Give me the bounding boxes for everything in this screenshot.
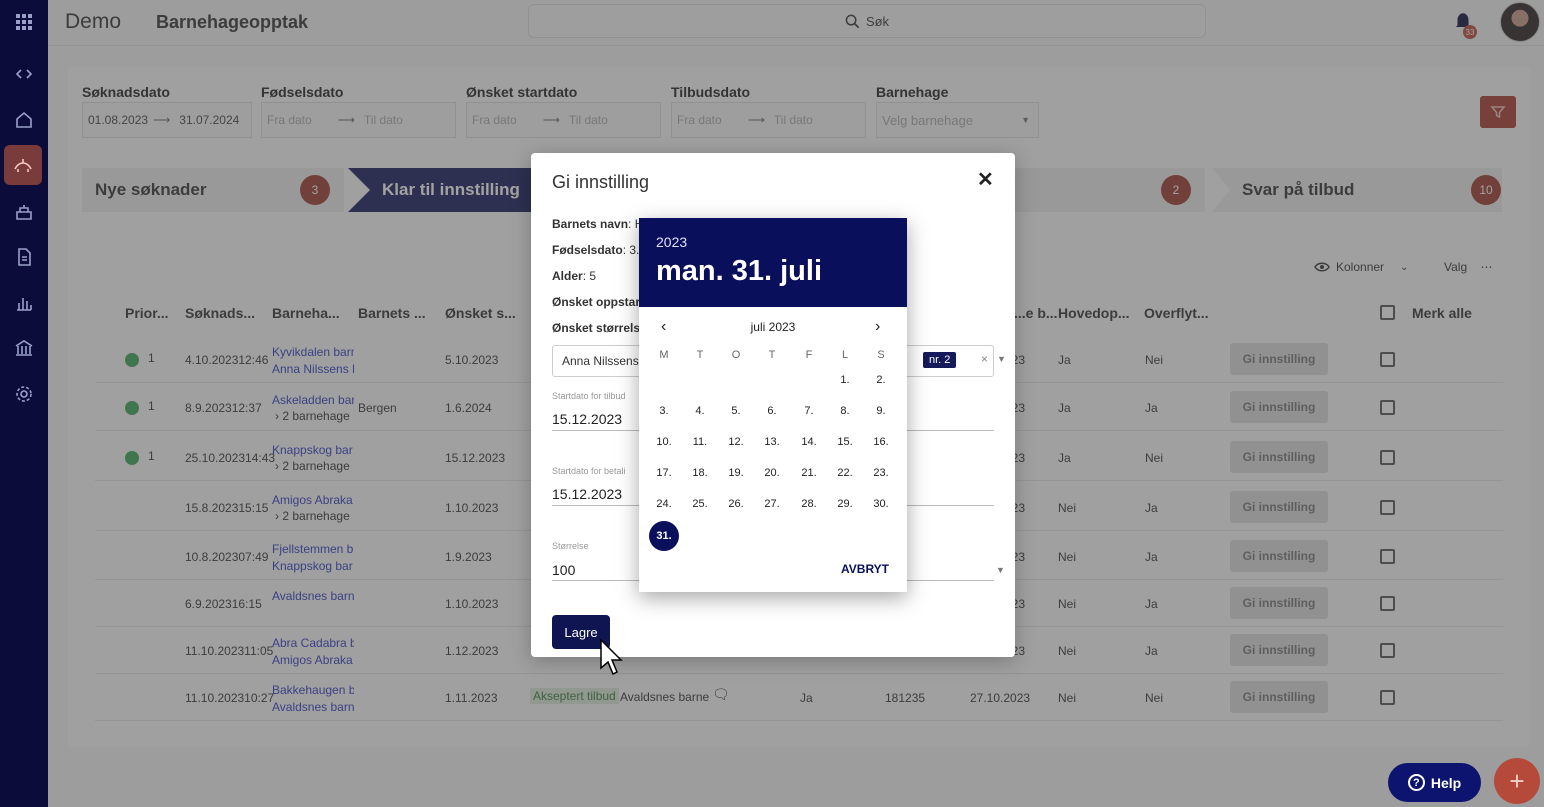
calendar-day[interactable]: 13. <box>757 427 787 457</box>
cancel-button[interactable]: AVBRYT <box>841 562 889 576</box>
help-button[interactable]: ? Help <box>1388 763 1481 802</box>
calendar-day[interactable]: 11. <box>685 427 715 457</box>
calendar-day[interactable]: 22. <box>830 458 860 488</box>
settings-gear-icon[interactable] <box>0 374 48 414</box>
app-grid-icon[interactable] <box>0 2 48 42</box>
calendar-day[interactable]: 23. <box>866 458 896 488</box>
field-caption: Startdato for betali <box>552 466 626 476</box>
sidebar <box>0 0 48 807</box>
field-caption: Startdato for tilbud <box>552 391 626 401</box>
calendar-day[interactable]: 24. <box>649 489 679 519</box>
chevron-down-icon[interactable]: ▼ <box>997 354 1006 364</box>
weekday-label: T <box>696 349 704 361</box>
selected-date: man. 31. juli <box>656 255 822 287</box>
calendar-day[interactable]: 20. <box>757 458 787 488</box>
weekday-label: S <box>877 349 885 361</box>
calendar-day[interactable]: 2. <box>866 365 896 395</box>
calendar-day[interactable]: 7. <box>794 396 824 426</box>
field-caption: Størrelse <box>552 541 589 551</box>
alder-label: Alder <box>552 269 583 283</box>
calendar-day[interactable]: 15. <box>830 427 860 457</box>
calendar-day[interactable]: 30. <box>866 489 896 519</box>
selected-year[interactable]: 2023 <box>656 234 687 250</box>
chevron-right-icon[interactable]: › <box>875 318 880 336</box>
alder-value: : 5 <box>582 269 597 283</box>
priority-chip: nr. 2 <box>923 352 957 368</box>
chevron-down-icon[interactable]: ▼ <box>996 565 1005 575</box>
calendar-day[interactable]: 5. <box>721 396 751 426</box>
calendar-day[interactable]: 19. <box>721 458 751 488</box>
calendar-day[interactable]: 21. <box>794 458 824 488</box>
onsket-storrelse-row: Ønsket størrels <box>552 321 640 335</box>
calendar-day[interactable]: 1. <box>830 365 860 395</box>
date-picker: 2023 man. 31. juli ‹ juli 2023 › MTOTFLS… <box>639 218 907 592</box>
fodselsdato-label: Fødselsdato <box>552 243 623 257</box>
calendar-day[interactable]: 29. <box>830 489 860 519</box>
weekday-label: L <box>841 349 849 361</box>
calendar-day[interactable]: 25. <box>685 489 715 519</box>
calendar-day[interactable]: 26. <box>721 489 751 519</box>
home-icon[interactable] <box>0 100 48 140</box>
field-value: 15.12.2023 <box>552 411 623 427</box>
document-icon[interactable] <box>0 237 48 277</box>
add-fab-button[interactable]: + <box>1494 758 1540 804</box>
select-value: Anna Nilssens <box>562 354 639 368</box>
mouse-cursor-icon <box>600 638 623 676</box>
help-label: Help <box>1430 774 1462 791</box>
date-picker-header: 2023 man. 31. juli <box>639 218 907 307</box>
kindergarten-icon[interactable] <box>4 145 42 185</box>
question-icon: ? <box>1407 774 1425 791</box>
calendar-day[interactable]: 18. <box>685 458 715 488</box>
weekday-label: T <box>768 349 776 361</box>
modal-title: Gi innstilling <box>552 172 650 192</box>
storrelse-label: Ønsket størrels <box>552 321 641 335</box>
weekday-label: O <box>731 349 741 361</box>
clear-icon[interactable]: × <box>981 352 988 366</box>
calendar-day[interactable]: 4. <box>685 396 715 426</box>
institution-icon[interactable] <box>0 328 48 368</box>
onsket-oppstart-row: Ønsket oppstar <box>552 295 640 309</box>
month-label[interactable]: juli 2023 <box>639 320 907 334</box>
calendar-day[interactable]: 9. <box>866 396 896 426</box>
calendar-day[interactable]: 16. <box>866 427 896 457</box>
calendar-day[interactable]: 3. <box>649 396 679 426</box>
weekday-label: F <box>805 349 813 361</box>
calendar-day[interactable]: 17. <box>649 458 679 488</box>
calendar-day[interactable]: 8. <box>830 396 860 426</box>
weekday-label: M <box>659 349 669 361</box>
barnets-navn-label: Barnets navn <box>552 217 629 231</box>
building-icon[interactable] <box>0 192 48 232</box>
calendar-day[interactable]: 14. <box>794 427 824 457</box>
field-value: 15.12.2023 <box>552 486 623 502</box>
calendar-day[interactable]: 31. <box>649 521 679 551</box>
barnets-navn-row: Barnets navn: H <box>552 217 643 231</box>
oppstart-label: Ønsket oppstar <box>552 295 641 309</box>
fodselsdato-row: Fødselsdato: 3.1 <box>552 243 646 257</box>
calendar-day[interactable]: 10. <box>649 427 679 457</box>
alder-row: Alder: 5 <box>552 269 596 283</box>
chart-icon[interactable] <box>0 283 48 323</box>
expand-sidebar-icon[interactable] <box>0 54 48 94</box>
close-icon[interactable]: ✕ <box>977 167 994 192</box>
calendar-day[interactable]: 6. <box>757 396 787 426</box>
field-value: 100 <box>552 562 576 578</box>
calendar-day[interactable]: 28. <box>794 489 824 519</box>
calendar-day[interactable]: 27. <box>757 489 787 519</box>
calendar-day[interactable]: 12. <box>721 427 751 457</box>
